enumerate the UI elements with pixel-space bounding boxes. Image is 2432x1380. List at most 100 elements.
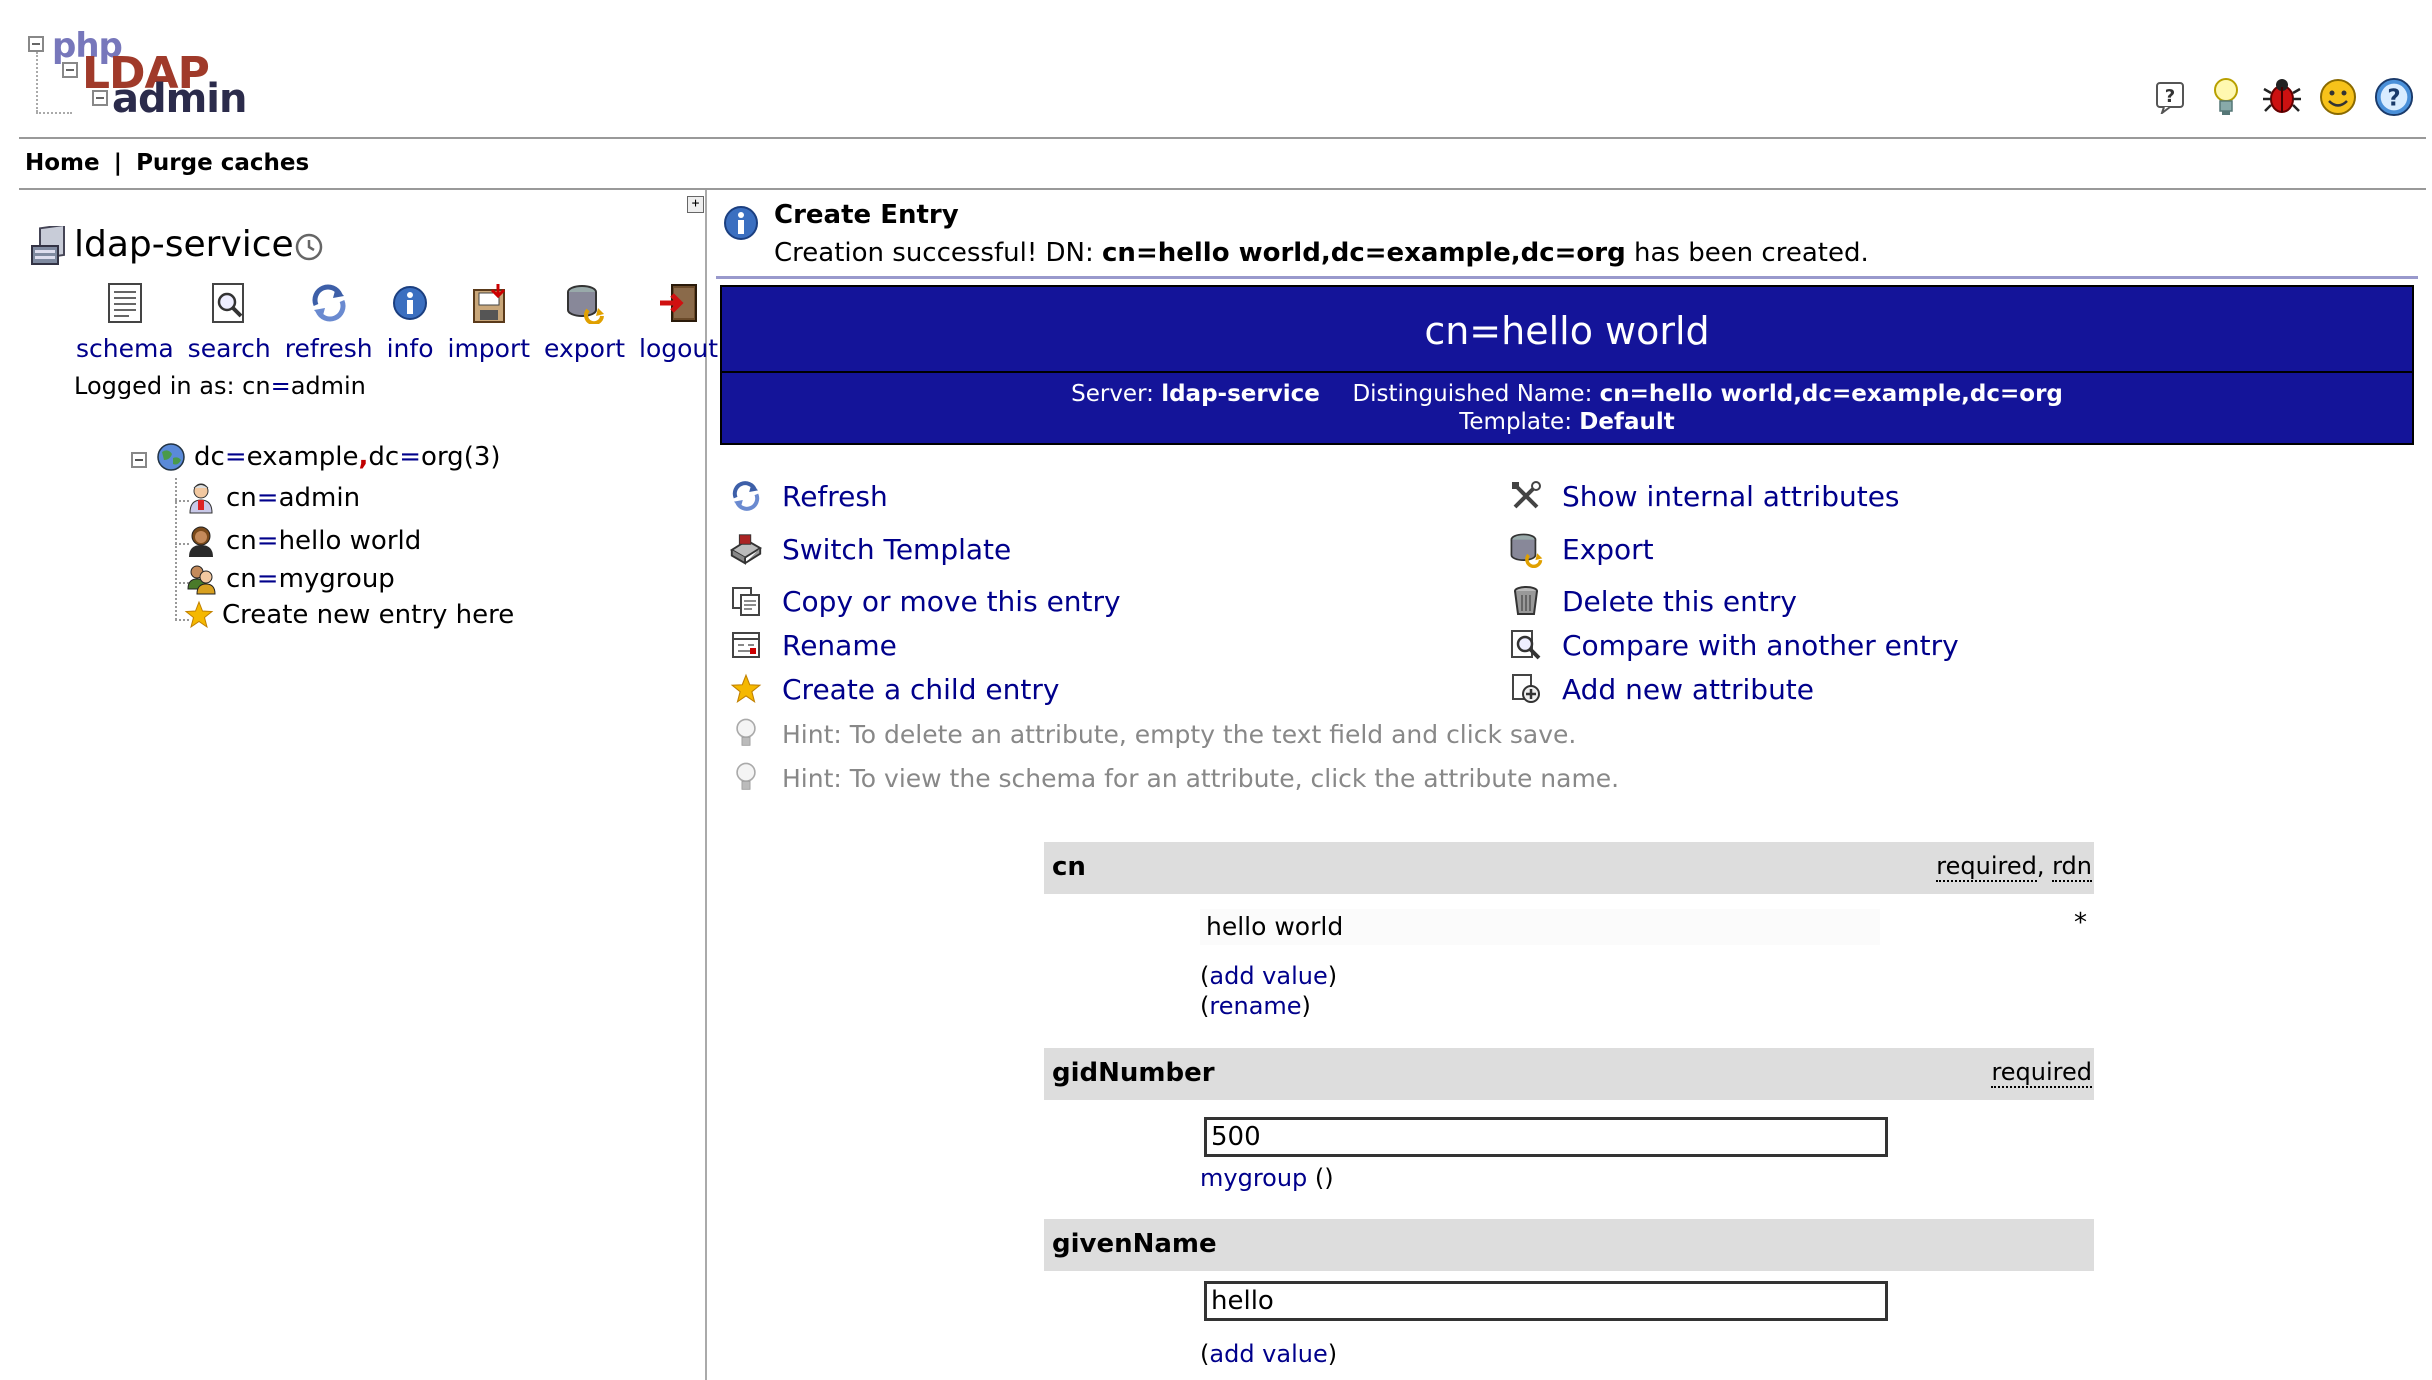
info-icon xyxy=(387,280,433,326)
server-name[interactable]: ldap-service xyxy=(74,224,294,265)
logo-admin-text: admin xyxy=(112,76,247,122)
purge-caches-link[interactable]: Purge caches xyxy=(136,150,309,176)
mygroup-link[interactable]: mygroup xyxy=(1200,1164,1307,1192)
tree-root-entry[interactable]: dc = example, dc = org (3) xyxy=(156,442,501,472)
refresh-action[interactable]: Refresh xyxy=(728,478,888,514)
created-dn: cn=hello world,dc=example,dc=org xyxy=(1102,238,1626,268)
compare-entry-action[interactable]: Compare with another entry xyxy=(1508,627,1959,663)
rename-link[interactable]: rename xyxy=(1209,992,1301,1020)
export-icon xyxy=(562,280,608,326)
export-action[interactable]: Export xyxy=(1508,531,1654,568)
logout-button[interactable]: logout xyxy=(639,280,718,363)
schema-icon xyxy=(102,280,148,326)
attribute-header-gidnumber: gidNumber required xyxy=(1044,1048,2094,1100)
attribute-name-gidnumber[interactable]: gidNumber xyxy=(1052,1058,1215,1088)
cn-value: hello world xyxy=(1200,909,1880,945)
attribute-flags-cn: required, rdn xyxy=(1936,852,2092,882)
message-body: Creation successful! DN: cn=hello world,… xyxy=(774,238,1869,268)
tree-entry-admin[interactable]: cn = admin xyxy=(186,481,360,515)
lightbulb-icon xyxy=(728,716,764,752)
expand-panel-button[interactable]: + xyxy=(687,196,704,213)
attribute-header-givenname: givenName xyxy=(1044,1219,2094,1271)
import-button[interactable]: import xyxy=(447,280,531,363)
info-label: info xyxy=(386,334,434,363)
globe-icon xyxy=(156,442,186,472)
tree-entry-mygroup[interactable]: cn = mygroup xyxy=(186,563,395,595)
entry-server-dn: Server: ldap-service Distinguished Name:… xyxy=(1071,381,2063,407)
user-icon xyxy=(186,524,216,558)
top-nav: Home | Purge caches xyxy=(25,150,309,176)
svg-text:?: ? xyxy=(2387,86,2400,112)
copy-icon xyxy=(728,583,764,619)
refresh-icon xyxy=(728,478,764,514)
add-attribute-icon xyxy=(1508,671,1544,707)
gidnumber-input[interactable] xyxy=(1204,1117,1888,1157)
add-attribute-action[interactable]: Add new attribute xyxy=(1508,671,1814,707)
schema-button[interactable]: schema xyxy=(76,280,174,363)
gidnumber-group: mygroup () xyxy=(1200,1164,1334,1192)
lightbulb-icon[interactable] xyxy=(2206,75,2246,119)
logout-label: logout xyxy=(639,334,719,363)
refresh-icon xyxy=(306,280,352,326)
attribute-name-cn[interactable]: cn xyxy=(1052,852,1086,882)
smiley-icon[interactable] xyxy=(2318,75,2358,119)
attribute-name-givenname[interactable]: givenName xyxy=(1052,1229,1217,1259)
logo-tree-box xyxy=(28,36,44,52)
tree-create-new-entry[interactable]: Create new entry here xyxy=(184,600,514,630)
refresh-button[interactable]: refresh xyxy=(285,280,373,363)
search-icon xyxy=(206,280,252,326)
search-label: search xyxy=(187,334,271,363)
copy-move-action[interactable]: Copy or move this entry xyxy=(728,583,1121,619)
refresh-label: refresh xyxy=(284,334,373,363)
nav-separator: | xyxy=(113,150,123,176)
create-child-action[interactable]: Create a child entry xyxy=(728,671,1059,707)
star-icon xyxy=(728,671,764,707)
hint-view-schema: Hint: To view the schema for an attribut… xyxy=(728,760,1619,796)
message-divider xyxy=(716,276,2418,279)
history-icon[interactable] xyxy=(294,232,324,262)
question-icon[interactable]: ? xyxy=(2150,75,2190,119)
entry-template: Template: Default xyxy=(1459,409,1675,435)
import-icon xyxy=(466,280,512,326)
switch-template-action[interactable]: Switch Template xyxy=(728,531,1011,567)
cn-add-value: (add value) xyxy=(1200,962,1338,990)
import-label: import xyxy=(447,334,531,363)
export-icon xyxy=(1508,531,1544,568)
header-divider xyxy=(19,137,2426,139)
show-internal-attributes-action[interactable]: Show internal attributes xyxy=(1508,478,1900,514)
givenname-input[interactable] xyxy=(1204,1281,1888,1321)
tree-entry-hello-world[interactable]: cn = hello world xyxy=(186,524,421,558)
attribute-header-cn: cn required, rdn xyxy=(1044,842,2094,894)
export-button[interactable]: export xyxy=(544,280,625,363)
star-icon xyxy=(184,600,214,630)
attribute-flags-gidnumber: required xyxy=(1991,1058,2092,1088)
schema-label: schema xyxy=(76,334,174,363)
svg-text:?: ? xyxy=(2165,86,2175,107)
rename-action[interactable]: Rename xyxy=(728,627,897,663)
logged-in-status: Logged in as: cn=admin xyxy=(74,372,366,400)
home-link[interactable]: Home xyxy=(25,150,100,176)
phpldapadmin-logo[interactable]: php LDAP admin xyxy=(26,26,247,126)
delete-entry-action[interactable]: Delete this entry xyxy=(1508,583,1797,619)
tree-collapse-toggle[interactable] xyxy=(131,452,147,468)
rename-icon xyxy=(728,627,764,663)
add-value-link[interactable]: add value xyxy=(1209,962,1327,990)
entry-title: cn=hello world xyxy=(1424,309,1710,353)
entry-header-box: cn=hello world Server: ldap-service Dist… xyxy=(720,285,2414,445)
info-button[interactable]: info xyxy=(387,280,434,363)
rdn-marker: * xyxy=(2074,908,2087,938)
compare-icon xyxy=(1508,627,1544,663)
logout-icon xyxy=(656,280,702,326)
server-icon xyxy=(28,223,68,270)
user-icon xyxy=(186,481,216,515)
info-icon xyxy=(722,204,760,242)
message-title: Create Entry xyxy=(774,200,959,230)
lightbulb-icon xyxy=(728,760,764,796)
bug-icon[interactable] xyxy=(2262,75,2302,119)
help-icon[interactable]: ? xyxy=(2374,75,2414,119)
tools-icon xyxy=(1508,478,1544,514)
add-value-link[interactable]: add value xyxy=(1209,1340,1327,1368)
top-icon-bar: ? ? xyxy=(2150,72,2414,122)
search-button[interactable]: search xyxy=(188,280,271,363)
template-icon xyxy=(728,531,764,567)
